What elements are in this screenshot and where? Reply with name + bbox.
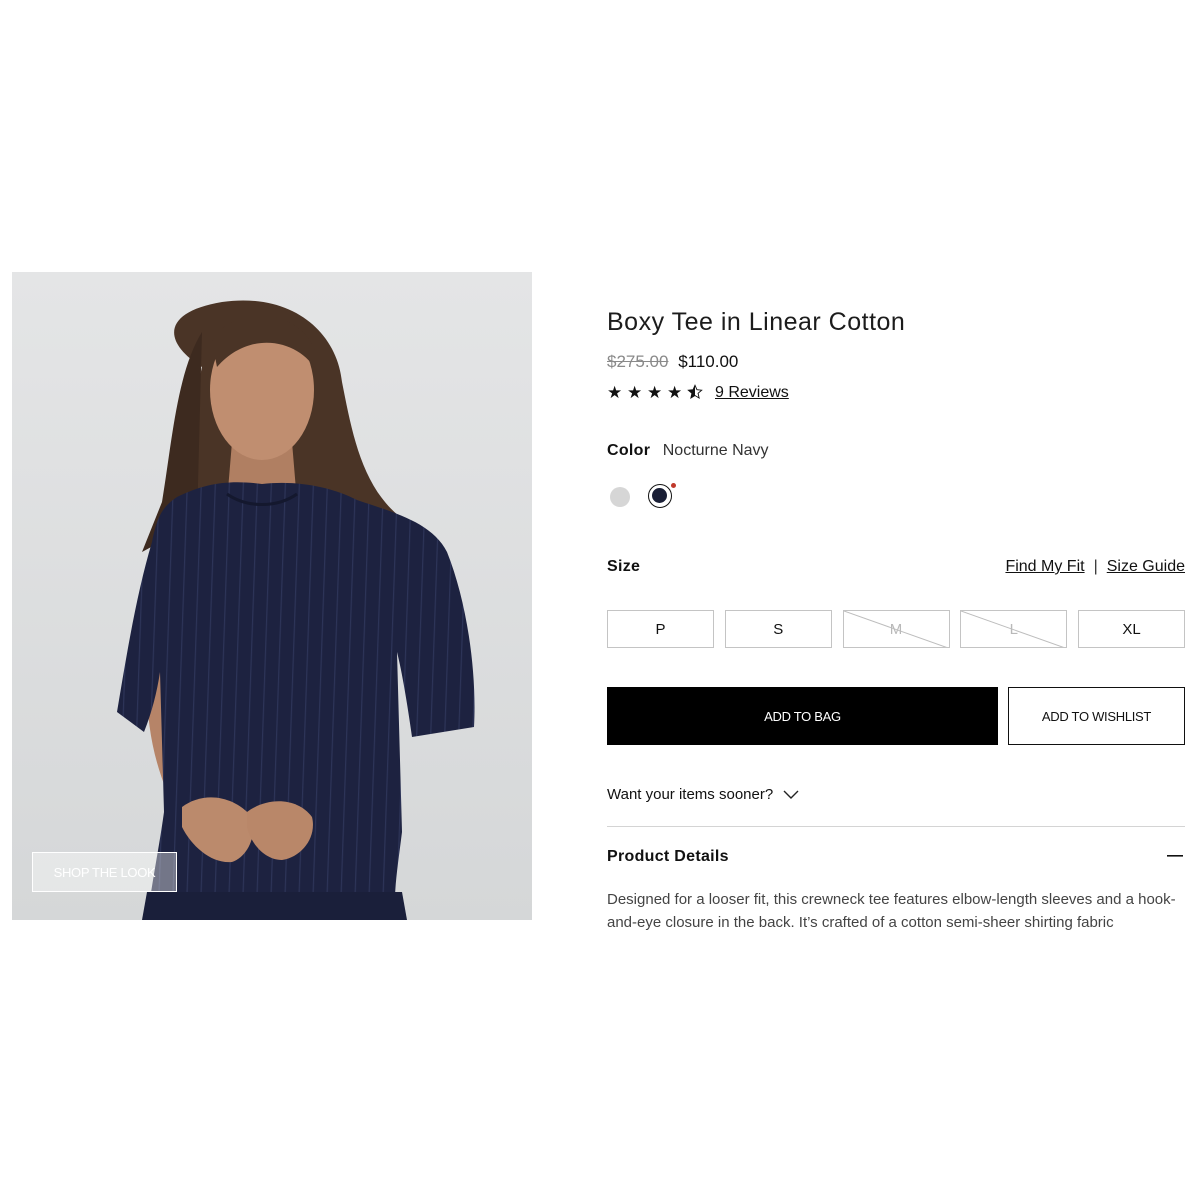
reviews-link[interactable]: 9 Reviews (715, 384, 789, 402)
fit-links: Find My Fit | Size Guide (1005, 558, 1185, 576)
sale-price: $110.00 (678, 352, 739, 371)
size-guide-link[interactable]: Size Guide (1107, 558, 1185, 576)
swatch-light-grey[interactable] (610, 487, 630, 507)
unavailable-strike-icon (961, 611, 1065, 647)
chevron-down-icon (783, 790, 799, 799)
collapse-minus-icon[interactable] (1165, 848, 1185, 868)
add-to-bag-button[interactable]: ADD TO BAG (607, 687, 998, 745)
star-icon: ★ (667, 383, 683, 402)
color-label: Color (607, 442, 651, 459)
half-star-icon (687, 383, 707, 403)
unavailable-strike-icon (843, 611, 947, 647)
original-price: $275.00 (607, 352, 669, 371)
product-details-heading[interactable]: Product Details (607, 848, 729, 866)
star-icon: ★ (607, 383, 623, 402)
delivery-sooner-toggle[interactable]: Want your items sooner? (607, 786, 799, 803)
swatch-fill (652, 488, 667, 503)
product-title: Boxy Tee in Linear Cotton (607, 308, 906, 336)
selected-color: Nocturne Navy (662, 442, 769, 459)
shop-the-look-button[interactable]: SHOP THE LOOK (32, 852, 177, 892)
delivery-sooner-label: Want your items sooner? (607, 786, 774, 803)
selected-indicator-dot (671, 483, 676, 488)
size-option-label: S (773, 620, 784, 638)
size-option-label: XL (1122, 620, 1141, 638)
product-image[interactable]: SHOP THE LOOK (12, 272, 532, 920)
size-option-label: P (655, 620, 666, 638)
size-option-m-unavailable[interactable]: M (842, 610, 950, 648)
size-label: Size (607, 558, 641, 575)
minus-icon (1167, 855, 1183, 857)
star-icon: ★ (647, 383, 663, 402)
star-icon: ★ (627, 383, 643, 402)
add-to-wishlist-button[interactable]: ADD TO WISHLIST (1008, 687, 1185, 745)
find-my-fit-link[interactable]: Find My Fit (1005, 558, 1084, 576)
divider (607, 826, 1185, 827)
size-option-l-unavailable[interactable]: L (960, 610, 1068, 648)
color-swatches (607, 483, 707, 513)
price: $275.00 $110.00 (607, 352, 738, 372)
size-options: P S M L XL (607, 610, 1185, 648)
link-separator: | (1093, 558, 1098, 575)
product-description: Designed for a looser fit, this crewneck… (607, 891, 1176, 931)
rating: ★ ★ ★ ★ 9 Reviews (607, 383, 789, 403)
size-option-xl[interactable]: XL (1078, 610, 1185, 648)
star-rating: ★ ★ ★ ★ (607, 383, 707, 403)
size-option-p[interactable]: P (607, 610, 714, 648)
size-option-s[interactable]: S (724, 610, 832, 648)
color-selection: Color Nocturne Navy (607, 442, 769, 460)
model-photo (12, 272, 532, 920)
swatch-nocturne-navy[interactable] (648, 484, 672, 508)
